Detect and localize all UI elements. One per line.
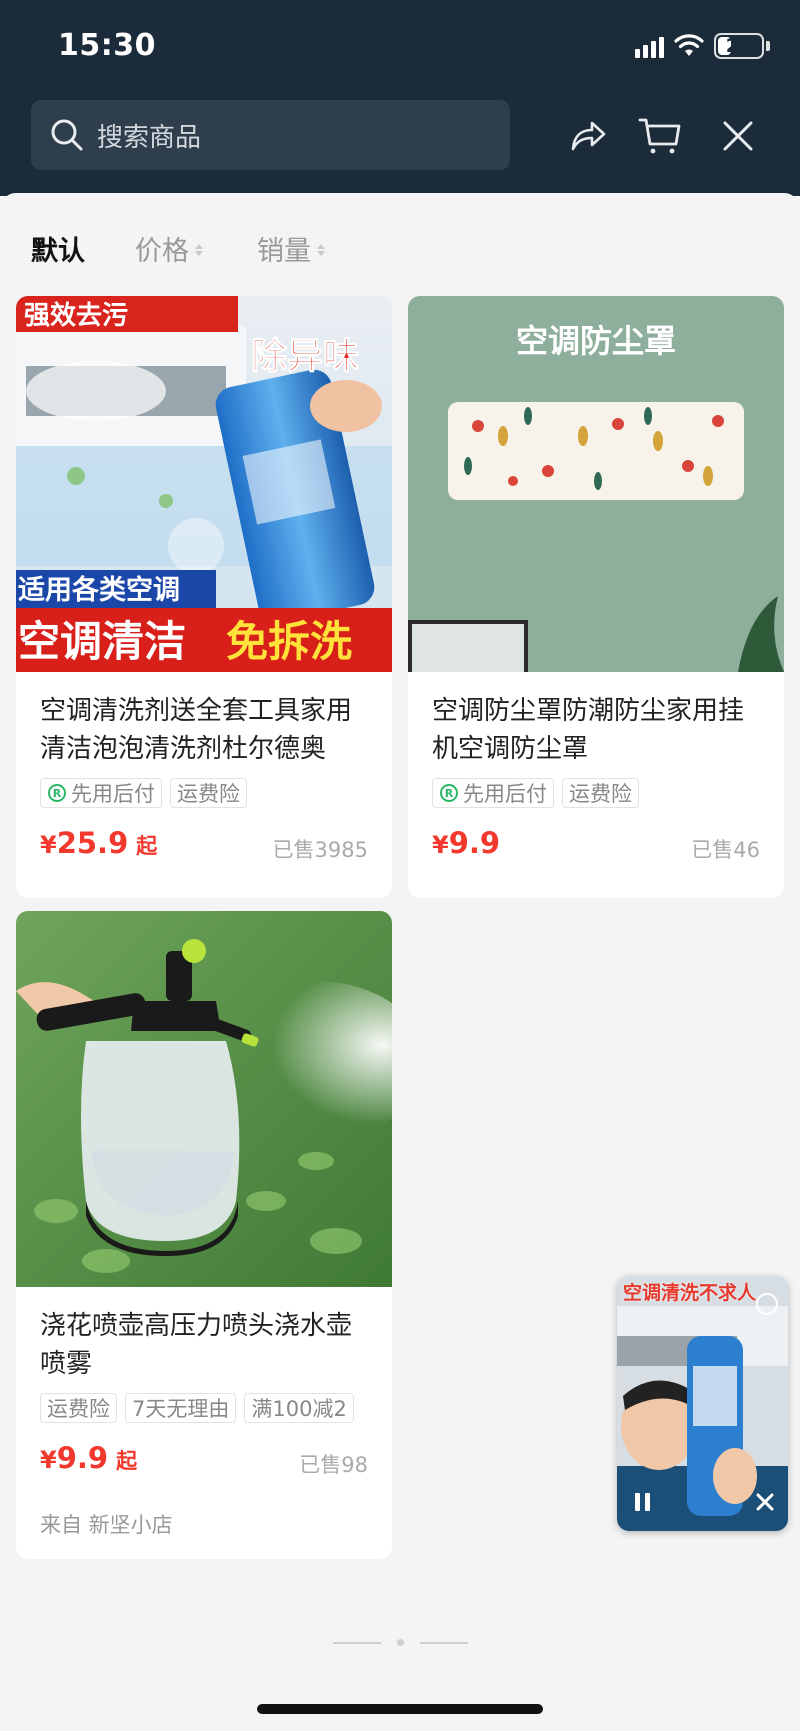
product-title: 空调防尘罩防潮防尘家用挂机空调防尘罩 [432, 696, 745, 764]
share-button[interactable] [564, 112, 612, 160]
sort-sales-label: 销量 [257, 236, 311, 267]
pause-button[interactable] [627, 1489, 657, 1515]
sort-default-label: 默认 [31, 236, 85, 267]
tag-shipping-insurance: 运费险 [562, 778, 639, 808]
sold-count: 已售46 [691, 838, 760, 862]
cellular-signal-icon [635, 34, 664, 58]
top-header: 15:30 27 搜索商品 [0, 0, 800, 196]
wifi-icon [674, 34, 704, 56]
pay-later-icon: R [48, 784, 66, 802]
sort-arrows-icon [317, 243, 325, 256]
search-placeholder: 搜索商品 [97, 122, 202, 153]
image-text-heading: 空调防尘罩 [516, 322, 676, 360]
product-price: ¥ 9.9 起 [40, 1441, 138, 1475]
product-card[interactable]: 空调防尘罩 空调防尘罩防潮防尘家用挂机空调防尘罩 R 先用后付 运费险 ¥ 9.… [408, 296, 784, 898]
product-tags: R 先用后付 运费险 [432, 778, 639, 808]
battery-level: 27 [725, 35, 753, 57]
home-indicator[interactable] [257, 1704, 543, 1714]
floating-video-player[interactable]: 空调清洗不求人 [617, 1276, 788, 1531]
share-icon [571, 121, 606, 151]
svg-text:R: R [445, 787, 454, 800]
status-icons: 27 [635, 32, 770, 60]
image-text-top-left: 强效去污 [24, 300, 128, 331]
image-text-bottom-right: 免拆洗 [226, 617, 352, 666]
sort-sales-tab[interactable]: 销量 [257, 229, 325, 268]
tag-shipping-insurance: 运费险 [40, 1393, 117, 1423]
cart-button[interactable] [636, 112, 684, 160]
search-input[interactable]: 搜索商品 [31, 100, 510, 170]
close-icon [723, 121, 753, 151]
image-text-bottom-left: 空调清洁 [18, 617, 186, 666]
product-price: ¥ 25.9 起 [40, 826, 158, 860]
search-icon [51, 119, 83, 151]
product-image-cleaner: 强效去污 除异味 适用各类空调 空调清洁 免拆洗 [16, 296, 392, 672]
sort-price-label: 价格 [135, 236, 189, 267]
sort-bar: 默认 价格 销量 [0, 193, 800, 293]
tag-shipping-insurance: 运费险 [170, 778, 247, 808]
status-time: 15:30 [58, 28, 156, 63]
product-card[interactable]: 强效去污 除异味 适用各类空调 空调清洁 免拆洗 空调清洗剂送全套工具家用清洁泡… [16, 296, 392, 898]
close-button[interactable] [714, 112, 762, 160]
pause-icon [634, 1493, 650, 1511]
page-indicator [333, 1639, 468, 1646]
cart-icon [638, 118, 681, 154]
image-text-mid: 适用各类空调 [18, 574, 180, 606]
tag-pay-later: R 先用后付 [40, 778, 162, 808]
svg-text:R: R [53, 787, 62, 800]
sort-default-tab[interactable]: 默认 [31, 229, 85, 268]
product-card[interactable]: 浇花喷壶高压力喷头浇水壶喷雾 运费险 7天无理由 满100减2 ¥ 9.9 起 … [16, 911, 392, 1559]
product-image-sprayer [16, 911, 392, 1287]
pay-later-icon: R [440, 784, 458, 802]
tag-discount: 满100减2 [244, 1393, 354, 1423]
product-title: 空调清洗剂送全套工具家用清洁泡泡清洗剂杜尔德奥 [40, 696, 353, 764]
product-image-dust-cover: 空调防尘罩 [408, 296, 784, 672]
close-video-button[interactable] [752, 1489, 778, 1515]
product-tags: R 先用后付 运费险 [40, 778, 247, 808]
shop-name[interactable]: 来自 新坚小店 [40, 1509, 173, 1539]
tag-pay-later: R 先用后付 [432, 778, 554, 808]
product-title: 浇花喷壶高压力喷头浇水壶喷雾 [40, 1311, 353, 1379]
product-tags: 运费险 7天无理由 满100减2 [40, 1393, 354, 1423]
image-text-top-right: 除异味 [251, 336, 359, 377]
sold-count: 已售98 [299, 1453, 368, 1477]
close-icon [756, 1493, 774, 1511]
sort-arrows-icon [195, 243, 203, 256]
tag-7-day-return: 7天无理由 [125, 1393, 237, 1423]
battery-icon: 27 [714, 33, 764, 59]
video-caption: 空调清洗不求人 [623, 1282, 757, 1304]
sold-count: 已售3985 [272, 838, 368, 862]
sort-price-tab[interactable]: 价格 [135, 229, 203, 268]
product-price: ¥ 9.9 [432, 826, 501, 860]
